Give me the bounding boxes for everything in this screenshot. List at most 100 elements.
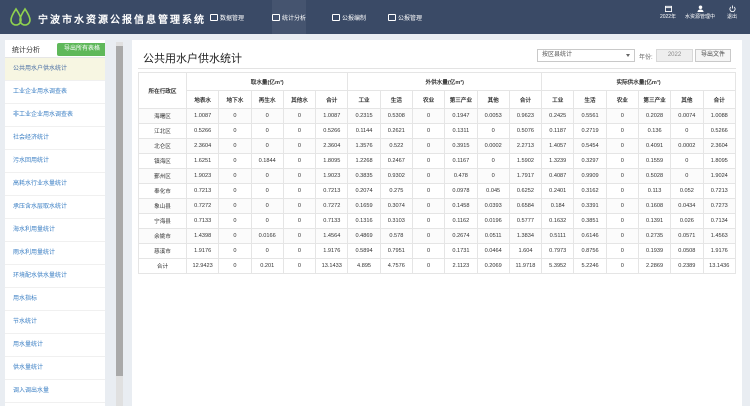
nav-bulletin-manage[interactable]: 公报管理: [388, 0, 422, 34]
value-cell: 0.7133: [185, 213, 220, 229]
value-cell: 0: [218, 183, 252, 199]
value-cell: 0: [282, 183, 317, 199]
sidebar-item[interactable]: 污水回用统计: [5, 150, 105, 173]
value-cell: 0.2389: [670, 258, 704, 274]
value-cell: 0: [218, 168, 252, 184]
value-cell: 0: [411, 198, 446, 214]
value-cell: 0.5266: [185, 123, 220, 139]
nav-bulletin-compile[interactable]: 公报编制: [332, 0, 366, 34]
sidebar-item[interactable]: 用水指标: [5, 288, 105, 311]
value-cell: 2.2713: [508, 138, 543, 154]
value-cell: 0: [218, 213, 252, 229]
value-cell: 0: [411, 183, 446, 199]
table-row: 慈溪市 1.9176 0 0 0 1.9176 0.5894 0.7951 0 0.1731 0.0…: [138, 243, 736, 259]
sidebar-item[interactable]: 非工业企业用水调查表: [5, 104, 105, 127]
sidebar-item[interactable]: 用水量统计: [5, 334, 105, 357]
sidebar-scrollbar[interactable]: [116, 42, 123, 406]
sidebar-title: 统计分析: [12, 47, 40, 54]
value-cell: 0: [476, 168, 510, 184]
value-cell: 0.478: [444, 168, 478, 184]
value-cell: 0: [282, 123, 317, 139]
value-cell: 0.0393: [476, 198, 510, 214]
table-row: 北仑区 2.3604 0 0 0 2.3604 1.3576 0.522 0 0.3915 0.00…: [138, 138, 736, 154]
value-cell: 0.4087: [541, 168, 575, 184]
bulletin-manage-icon: [388, 13, 396, 21]
value-cell: 0: [218, 138, 252, 154]
value-cell: 5.2246: [573, 258, 607, 274]
value-cell: 2.1123: [444, 258, 478, 274]
sidebar-item[interactable]: 海水利用量统计: [5, 219, 105, 242]
sidebar-item[interactable]: 节水统计: [5, 311, 105, 334]
calendar-icon: [664, 5, 672, 12]
value-cell: 0.0434: [670, 198, 704, 214]
export-file-button[interactable]: 导出文件: [695, 49, 731, 62]
value-cell: 0.201: [250, 258, 284, 274]
column-header: 工业: [541, 90, 575, 109]
value-cell: 1.9176: [702, 243, 736, 259]
user-name: 水资源管理中: [684, 14, 715, 20]
scrollbar-thumb[interactable]: [116, 46, 123, 376]
sidebar-item[interactable]: 社会经济统计: [5, 127, 105, 150]
value-cell: 1.0087: [185, 108, 220, 124]
value-cell: 0.5266: [315, 123, 349, 139]
value-cell: 1.7917: [508, 168, 543, 184]
value-cell: 0.4869: [347, 228, 381, 244]
sidebar-item[interactable]: 公共用水户供水统计: [5, 58, 105, 81]
column-header: 第三产业: [444, 90, 478, 109]
stat-mode-select[interactable]: 按区县统计: [537, 49, 635, 62]
value-cell: 0: [218, 243, 252, 259]
sidebar-item[interactable]: 环境配水供水量统计: [5, 265, 105, 288]
nav-statistics[interactable]: 统计分析: [272, 0, 307, 34]
region-cell: 鄞州区: [138, 168, 187, 184]
value-cell: 0.1162: [444, 213, 478, 229]
value-cell: 1.4563: [702, 228, 736, 244]
column-header: 合计: [508, 90, 543, 109]
value-cell: 2.2869: [637, 258, 672, 274]
sidebar-item[interactable]: 高耗水行业水量统计: [5, 173, 105, 196]
value-cell: 11.9718: [508, 258, 543, 274]
value-cell: 0: [282, 258, 317, 274]
value-cell: 0.3391: [573, 198, 607, 214]
year-badge: 2022年: [659, 14, 677, 20]
value-cell: 0.4091: [637, 138, 672, 154]
value-cell: 0.3162: [573, 183, 607, 199]
sidebar-item[interactable]: 供水量统计: [5, 357, 105, 380]
nav-data-management[interactable]: 数据管理: [210, 0, 244, 34]
value-cell: 0.0508: [670, 243, 704, 259]
value-cell: 0.7213: [702, 183, 736, 199]
value-cell: 1.4398: [185, 228, 220, 244]
value-cell: 0.0464: [476, 243, 510, 259]
export-all-tables-button[interactable]: 导出所有表格: [57, 43, 105, 56]
sidebar-item[interactable]: 调入调出水量: [5, 380, 105, 403]
sidebar-list: 公共用水户供水统计 工业企业用水调查表 非工业企业用水调查表 社会经济统计 污水回用统计…: [5, 58, 105, 403]
value-cell: 0.1167: [444, 153, 478, 169]
table-row: 宁海县 0.7133 0 0 0 0.7133 0.1316 0.3103 0 0.1162 0.0…: [138, 213, 736, 229]
value-cell: 0: [218, 228, 252, 244]
caret-down-icon: [626, 54, 630, 57]
value-cell: 0.5454: [573, 138, 607, 154]
value-cell: 0: [282, 243, 317, 259]
logout-button[interactable]: 退出: [712, 5, 750, 21]
column-header: 工业: [347, 90, 381, 109]
column-header: 其他: [476, 90, 510, 109]
value-cell: 0.113: [637, 183, 672, 199]
value-cell: 0.1187: [541, 123, 575, 139]
value-cell: 1.9176: [185, 243, 220, 259]
region-cell: 江北区: [138, 123, 187, 139]
value-cell: 0: [218, 108, 252, 124]
value-cell: 0.0196: [476, 213, 510, 229]
sidebar-item[interactable]: 雨水利用量统计: [5, 242, 105, 265]
value-cell: 0.6146: [573, 228, 607, 244]
year-input[interactable]: 2022: [656, 49, 693, 62]
value-cell: 0.3835: [347, 168, 381, 184]
value-cell: 1.4057: [541, 138, 575, 154]
sidebar-item[interactable]: 工业企业用水调查表: [5, 81, 105, 104]
sidebar-item[interactable]: 承压含水层取水统计: [5, 196, 105, 219]
value-cell: 12.9423: [185, 258, 220, 274]
value-cell: 1.6251: [185, 153, 220, 169]
value-cell: 4.7576: [379, 258, 413, 274]
value-cell: 0.3297: [573, 153, 607, 169]
value-cell: 0: [605, 258, 639, 274]
column-header: 第三产业: [637, 90, 672, 109]
water-drop-logo-icon: [10, 7, 31, 26]
